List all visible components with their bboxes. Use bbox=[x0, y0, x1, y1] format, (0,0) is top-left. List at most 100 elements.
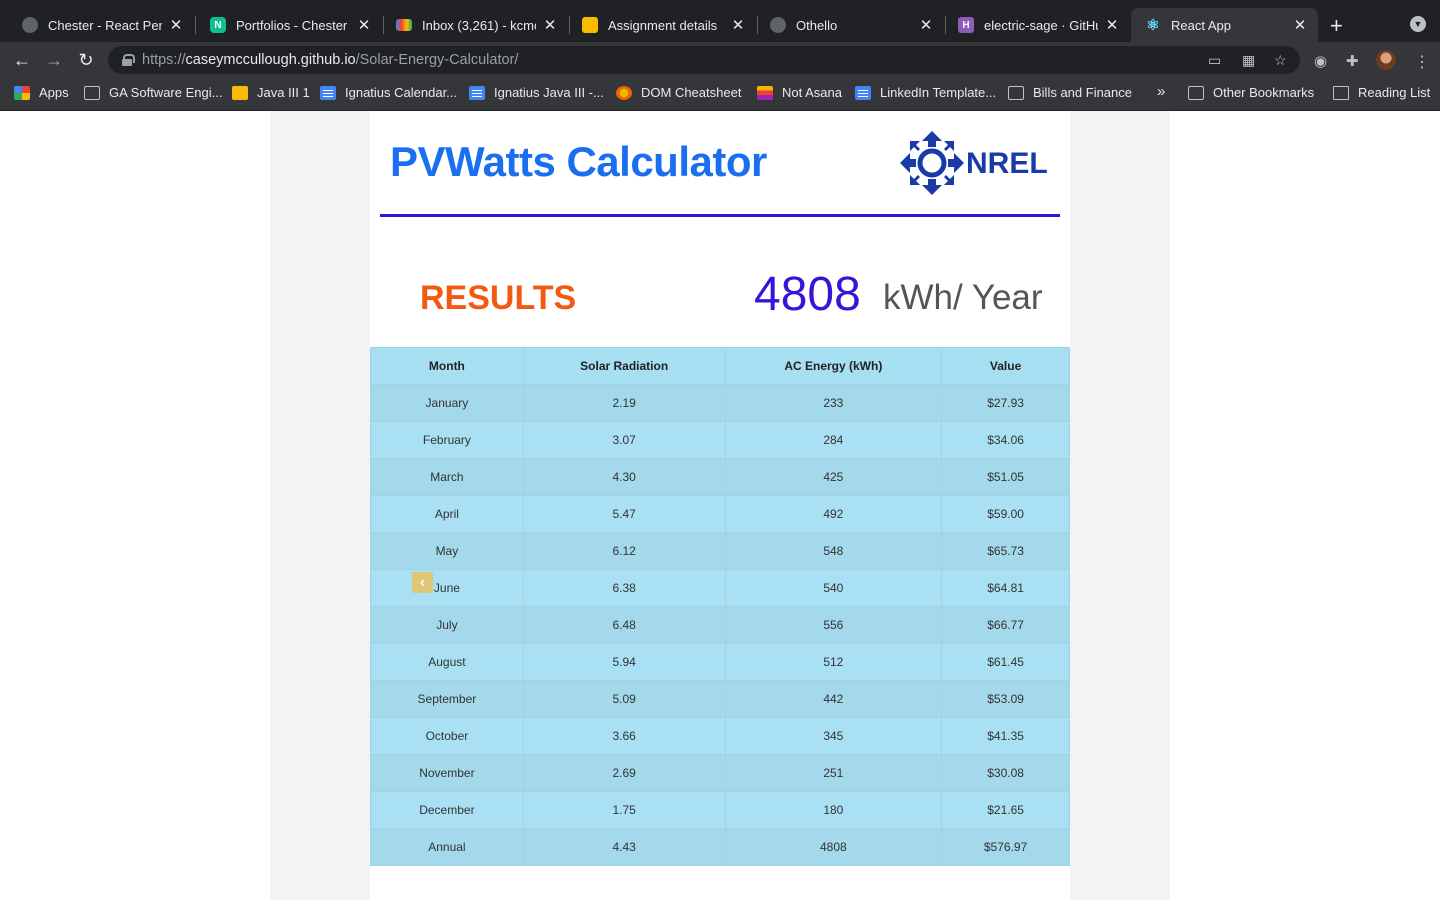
close-icon[interactable]: ✕ bbox=[1104, 16, 1120, 34]
cell-solar-radiation: 4.43 bbox=[522, 828, 726, 866]
bookmark-java-iii[interactable]: Java III 1 bbox=[232, 85, 310, 100]
bookmarks-overflow-button[interactable]: » bbox=[1157, 83, 1165, 100]
bookmark-label: Not Asana bbox=[782, 85, 842, 100]
docs-icon bbox=[320, 85, 336, 100]
qr-code-icon[interactable]: ▦ bbox=[1242, 52, 1255, 69]
lock-icon[interactable] bbox=[122, 54, 135, 66]
results-table: Month Solar Radiation AC Energy (kWh) Va… bbox=[370, 347, 1070, 866]
calculator-container: PVWatts Calculator NREL RESULTS 4808 kWh… bbox=[370, 111, 1070, 900]
react-icon: ⚛ bbox=[1146, 17, 1160, 34]
cheatsheet-icon bbox=[616, 85, 632, 100]
address-bar[interactable]: https://caseymccullough.github.io/Solar-… bbox=[108, 46, 1300, 74]
bookmark-ignatius-java[interactable]: Ignatius Java III -... bbox=[469, 85, 604, 100]
menu-icon[interactable]: ⋮ bbox=[1414, 52, 1430, 72]
forward-icon[interactable]: → bbox=[43, 50, 65, 71]
folder-icon bbox=[1188, 85, 1204, 100]
cell-value: $61.45 bbox=[941, 643, 1070, 681]
bookmark-label: Bills and Finance bbox=[1033, 85, 1132, 100]
back-icon[interactable]: ← bbox=[11, 50, 33, 71]
stack-icon bbox=[757, 85, 773, 100]
column-header-ac-energy: AC Energy (kWh) bbox=[724, 347, 943, 385]
close-icon[interactable]: ✕ bbox=[730, 16, 746, 34]
tab-strip: Chester - React Perso ✕ N Portfolios - C… bbox=[0, 0, 1440, 42]
close-icon[interactable]: ✕ bbox=[918, 16, 934, 34]
bookmark-other[interactable]: Other Bookmarks bbox=[1188, 85, 1314, 100]
close-icon[interactable]: ✕ bbox=[542, 16, 558, 34]
table-row: August 5.94 512 $61.45 bbox=[370, 643, 1070, 681]
cast-icon[interactable]: ▭ bbox=[1208, 52, 1221, 69]
cell-value: $66.77 bbox=[941, 606, 1070, 644]
cell-month: February bbox=[370, 421, 524, 459]
cell-solar-radiation: 5.47 bbox=[522, 495, 726, 533]
cell-month: November bbox=[370, 754, 524, 792]
gmail-icon bbox=[396, 19, 412, 31]
tab-title: Chester - React Perso bbox=[48, 17, 162, 33]
avatar[interactable] bbox=[1376, 50, 1396, 70]
bookmark-dom-cheatsheet[interactable]: DOM Cheatsheet bbox=[616, 85, 741, 100]
table-body: January 2.19 233 $27.93 February 3.07 284 $34.0… bbox=[370, 384, 1070, 866]
tab-search-icon[interactable]: ▼ bbox=[1410, 16, 1426, 32]
bookmark-ignatius-calendar[interactable]: Ignatius Calendar... bbox=[320, 85, 457, 100]
annual-total-value: 4808 bbox=[754, 268, 861, 321]
classroom-icon bbox=[232, 85, 248, 100]
cell-month: Annual bbox=[370, 828, 524, 866]
table-row: January 2.19 233 $27.93 bbox=[370, 384, 1070, 422]
tab-electric-sage[interactable]: H electric-sage · GitHub ✕ bbox=[944, 8, 1130, 42]
cell-value: $27.93 bbox=[941, 384, 1070, 422]
close-icon[interactable]: ✕ bbox=[1292, 16, 1308, 34]
tab-title: Othello bbox=[796, 17, 838, 33]
bookmark-linkedin-template[interactable]: LinkedIn Template... bbox=[855, 85, 996, 100]
classroom-icon bbox=[582, 17, 598, 33]
tab-inbox[interactable]: Inbox (3,261) - kcmcc ✕ bbox=[382, 8, 568, 42]
cell-month: May bbox=[370, 532, 524, 570]
cell-value: $51.05 bbox=[941, 458, 1070, 496]
close-icon[interactable]: ✕ bbox=[356, 16, 372, 34]
globe-icon bbox=[770, 17, 786, 33]
tab-othello[interactable]: Othello ✕ bbox=[756, 8, 944, 42]
cell-ac-energy: 556 bbox=[724, 606, 943, 644]
bookmark-ga-software[interactable]: GA Software Engi... bbox=[84, 85, 222, 100]
new-tab-button[interactable]: + bbox=[1330, 13, 1343, 39]
cell-month: July bbox=[370, 606, 524, 644]
reload-icon[interactable]: ↻ bbox=[75, 50, 97, 71]
tab-assignment[interactable]: Assignment details ✕ bbox=[568, 8, 756, 42]
cell-value: $59.00 bbox=[941, 495, 1070, 533]
bookmark-bills-finance[interactable]: Bills and Finance bbox=[1008, 85, 1132, 100]
bookmark-label: Apps bbox=[39, 85, 69, 100]
cell-ac-energy: 345 bbox=[724, 717, 943, 755]
cell-ac-energy: 180 bbox=[724, 791, 943, 829]
cell-month: October bbox=[370, 717, 524, 755]
cell-value: $41.35 bbox=[941, 717, 1070, 755]
bookmark-label: LinkedIn Template... bbox=[880, 85, 997, 100]
globe-icon bbox=[22, 17, 38, 33]
cell-month: April bbox=[370, 495, 524, 533]
table-row: November 2.69 251 $30.08 bbox=[370, 754, 1070, 792]
browser-toolbar: ← → ↻ https://caseymccullough.github.io/… bbox=[0, 42, 1440, 78]
tab-react-app[interactable]: ⚛ React App ✕ bbox=[1131, 8, 1318, 42]
docs-icon bbox=[469, 85, 485, 100]
puzzle-icon[interactable]: ✚ bbox=[1346, 52, 1359, 70]
bookmark-reading-list[interactable]: Reading List bbox=[1333, 85, 1430, 100]
cell-value: $34.06 bbox=[941, 421, 1070, 459]
bookmarks-bar: Apps GA Software Engi... Java III 1 Igna… bbox=[0, 78, 1440, 111]
close-icon[interactable]: ✕ bbox=[168, 16, 184, 34]
extension-circle-icon[interactable]: ◉ bbox=[1314, 52, 1327, 70]
star-icon[interactable]: ☆ bbox=[1274, 52, 1287, 69]
apps-grid-icon bbox=[14, 85, 30, 100]
chevron-left-icon[interactable]: ‹ bbox=[412, 572, 433, 593]
bookmark-apps[interactable]: Apps bbox=[14, 85, 69, 100]
cell-ac-energy: 492 bbox=[724, 495, 943, 533]
annual-total-unit: kWh/ Year bbox=[883, 278, 1043, 317]
cell-ac-energy: 233 bbox=[724, 384, 943, 422]
tab-title: Assignment details bbox=[608, 17, 718, 33]
bookmark-label: Other Bookmarks bbox=[1213, 85, 1315, 100]
tab-title: electric-sage · GitHub bbox=[984, 17, 1098, 33]
tab-portfolios[interactable]: N Portfolios - Chester R ✕ bbox=[196, 8, 382, 42]
tab-chester-react[interactable]: Chester - React Perso ✕ bbox=[8, 8, 194, 42]
docs-icon bbox=[855, 85, 871, 100]
bookmark-not-asana[interactable]: Not Asana bbox=[757, 85, 842, 100]
cell-month: June bbox=[370, 569, 524, 607]
cell-value: $53.09 bbox=[941, 680, 1070, 718]
cell-value: $576.97 bbox=[941, 828, 1070, 866]
cell-ac-energy: 540 bbox=[724, 569, 943, 607]
